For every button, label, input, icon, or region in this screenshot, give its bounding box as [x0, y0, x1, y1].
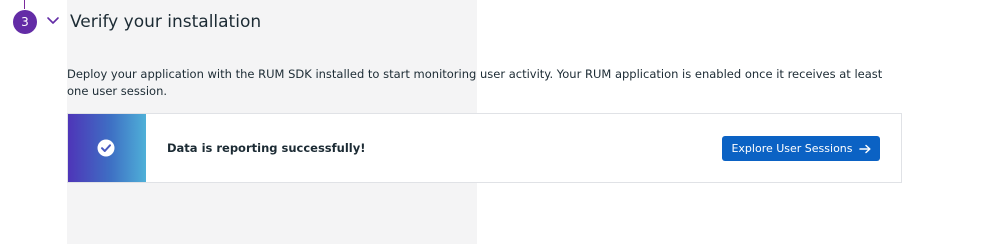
status-accent-panel: [68, 114, 146, 182]
chevron-down-icon[interactable]: [46, 16, 60, 26]
status-message: Data is reporting successfully!: [167, 141, 366, 155]
step-title[interactable]: Verify your installation: [70, 9, 261, 35]
explore-user-sessions-button[interactable]: Explore User Sessions: [722, 136, 880, 161]
status-card: Data is reporting successfully! Explore …: [67, 113, 902, 183]
arrow-right-icon: [858, 144, 871, 153]
explore-button-label: Explore User Sessions: [731, 142, 853, 155]
step-number-badge: 3: [13, 10, 37, 34]
check-circle-icon: [97, 139, 115, 157]
step-description: Deploy your application with the RUM SDK…: [67, 67, 883, 98]
step-connector-line: [24, 0, 25, 9]
